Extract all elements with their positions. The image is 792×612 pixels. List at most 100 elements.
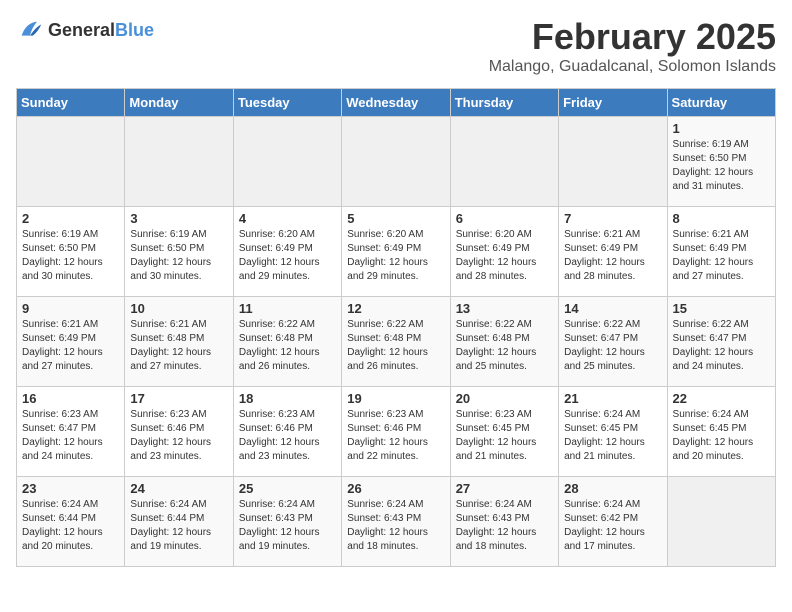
calendar-cell: 25 Sunrise: 6:24 AM Sunset: 6:43 PM Dayli… [233,477,341,567]
header-sunday: Sunday [17,89,125,117]
calendar-cell: 11 Sunrise: 6:22 AM Sunset: 6:48 PM Dayli… [233,297,341,387]
calendar-cell: 17 Sunrise: 6:23 AM Sunset: 6:46 PM Dayli… [125,387,233,477]
day-info: Sunrise: 6:22 AM Sunset: 6:47 PM Dayligh… [673,318,770,374]
calendar-cell: 22 Sunrise: 6:24 AM Sunset: 6:45 PM Dayli… [667,387,775,477]
day-number: 16 [22,391,119,406]
day-info: Sunrise: 6:24 AM Sunset: 6:44 PM Dayligh… [130,498,227,554]
calendar-cell: 20 Sunrise: 6:23 AM Sunset: 6:45 PM Dayli… [450,387,558,477]
header-thursday: Thursday [450,89,558,117]
day-number: 26 [347,481,444,496]
calendar-cell: 12 Sunrise: 6:22 AM Sunset: 6:48 PM Dayli… [342,297,450,387]
day-number: 7 [564,211,661,226]
day-info: Sunrise: 6:23 AM Sunset: 6:45 PM Dayligh… [456,408,553,464]
day-info: Sunrise: 6:22 AM Sunset: 6:48 PM Dayligh… [456,318,553,374]
day-number: 14 [564,301,661,316]
calendar-cell: 19 Sunrise: 6:23 AM Sunset: 6:46 PM Dayli… [342,387,450,477]
day-number: 2 [22,211,119,226]
day-info: Sunrise: 6:24 AM Sunset: 6:45 PM Dayligh… [673,408,770,464]
day-info: Sunrise: 6:23 AM Sunset: 6:46 PM Dayligh… [347,408,444,464]
day-number: 1 [673,121,770,136]
day-info: Sunrise: 6:24 AM Sunset: 6:44 PM Dayligh… [22,498,119,554]
subtitle: Malango, Guadalcanal, Solomon Islands [489,58,776,76]
day-info: Sunrise: 6:24 AM Sunset: 6:43 PM Dayligh… [347,498,444,554]
day-number: 5 [347,211,444,226]
day-info: Sunrise: 6:19 AM Sunset: 6:50 PM Dayligh… [130,228,227,284]
day-info: Sunrise: 6:24 AM Sunset: 6:43 PM Dayligh… [239,498,336,554]
day-number: 21 [564,391,661,406]
day-number: 15 [673,301,770,316]
day-info: Sunrise: 6:21 AM Sunset: 6:48 PM Dayligh… [130,318,227,374]
day-number: 25 [239,481,336,496]
calendar-cell: 27 Sunrise: 6:24 AM Sunset: 6:43 PM Dayli… [450,477,558,567]
day-number: 28 [564,481,661,496]
day-info: Sunrise: 6:23 AM Sunset: 6:46 PM Dayligh… [130,408,227,464]
header: GeneralBlue February 2025 Malango, Guada… [16,16,776,76]
day-number: 9 [22,301,119,316]
calendar-cell: 21Sunrise: 6:24 AM Sunset: 6:45 PM Dayli… [559,387,667,477]
day-number: 11 [239,301,336,316]
day-info: Sunrise: 6:20 AM Sunset: 6:49 PM Dayligh… [347,228,444,284]
calendar-cell: 9 Sunrise: 6:21 AM Sunset: 6:49 PM Daylig… [17,297,125,387]
day-info: Sunrise: 6:21 AM Sunset: 6:49 PM Dayligh… [22,318,119,374]
day-number: 23 [22,481,119,496]
calendar-cell [17,117,125,207]
calendar-cell: 14 Sunrise: 6:22 AM Sunset: 6:47 PM Dayli… [559,297,667,387]
calendar-cell [125,117,233,207]
logo: GeneralBlue [16,16,154,44]
calendar-header-row: SundayMondayTuesdayWednesdayThursdayFrid… [17,89,776,117]
header-friday: Friday [559,89,667,117]
day-number: 4 [239,211,336,226]
day-info: Sunrise: 6:23 AM Sunset: 6:46 PM Dayligh… [239,408,336,464]
calendar-cell: 4 Sunrise: 6:20 AM Sunset: 6:49 PM Daylig… [233,207,341,297]
header-monday: Monday [125,89,233,117]
calendar-cell: 15 Sunrise: 6:22 AM Sunset: 6:47 PM Dayli… [667,297,775,387]
day-info: Sunrise: 6:22 AM Sunset: 6:48 PM Dayligh… [239,318,336,374]
day-number: 20 [456,391,553,406]
day-number: 19 [347,391,444,406]
day-info: Sunrise: 6:20 AM Sunset: 6:49 PM Dayligh… [239,228,336,284]
day-info: Sunrise: 6:19 AM Sunset: 6:50 PM Dayligh… [673,138,770,194]
calendar-week-2: 2 Sunrise: 6:19 AM Sunset: 6:50 PM Daylig… [17,207,776,297]
day-info: Sunrise: 6:22 AM Sunset: 6:48 PM Dayligh… [347,318,444,374]
title-area: February 2025 Malango, Guadalcanal, Solo… [489,16,776,76]
calendar-cell: 28Sunrise: 6:24 AM Sunset: 6:42 PM Dayli… [559,477,667,567]
day-number: 17 [130,391,227,406]
calendar-cell [342,117,450,207]
day-number: 3 [130,211,227,226]
calendar-cell: 2 Sunrise: 6:19 AM Sunset: 6:50 PM Daylig… [17,207,125,297]
calendar-week-4: 16Sunrise: 6:23 AM Sunset: 6:47 PM Dayli… [17,387,776,477]
calendar-cell: 7Sunrise: 6:21 AM Sunset: 6:49 PM Daylig… [559,207,667,297]
day-info: Sunrise: 6:19 AM Sunset: 6:50 PM Dayligh… [22,228,119,284]
day-number: 13 [456,301,553,316]
day-number: 22 [673,391,770,406]
calendar-cell: 26 Sunrise: 6:24 AM Sunset: 6:43 PM Dayli… [342,477,450,567]
logo-blue: Blue [115,20,154,40]
day-number: 12 [347,301,444,316]
day-number: 27 [456,481,553,496]
calendar-cell: 8Sunrise: 6:21 AM Sunset: 6:49 PM Daylig… [667,207,775,297]
header-wednesday: Wednesday [342,89,450,117]
calendar-cell: 3 Sunrise: 6:19 AM Sunset: 6:50 PM Daylig… [125,207,233,297]
day-info: Sunrise: 6:20 AM Sunset: 6:49 PM Dayligh… [456,228,553,284]
day-info: Sunrise: 6:21 AM Sunset: 6:49 PM Dayligh… [673,228,770,284]
calendar-cell: 13 Sunrise: 6:22 AM Sunset: 6:48 PM Dayli… [450,297,558,387]
calendar-week-3: 9 Sunrise: 6:21 AM Sunset: 6:49 PM Daylig… [17,297,776,387]
day-number: 6 [456,211,553,226]
header-saturday: Saturday [667,89,775,117]
day-number: 24 [130,481,227,496]
calendar-cell [450,117,558,207]
calendar-cell: 16Sunrise: 6:23 AM Sunset: 6:47 PM Dayli… [17,387,125,477]
calendar-cell [559,117,667,207]
calendar-cell: 6 Sunrise: 6:20 AM Sunset: 6:49 PM Daylig… [450,207,558,297]
calendar-week-5: 23 Sunrise: 6:24 AM Sunset: 6:44 PM Dayli… [17,477,776,567]
calendar-cell: 5 Sunrise: 6:20 AM Sunset: 6:49 PM Daylig… [342,207,450,297]
day-info: Sunrise: 6:22 AM Sunset: 6:47 PM Dayligh… [564,318,661,374]
main-title: February 2025 [489,16,776,58]
calendar-table: SundayMondayTuesdayWednesdayThursdayFrid… [16,88,776,567]
day-info: Sunrise: 6:24 AM Sunset: 6:43 PM Dayligh… [456,498,553,554]
calendar-cell [233,117,341,207]
calendar-cell: 1 Sunrise: 6:19 AM Sunset: 6:50 PM Daylig… [667,117,775,207]
day-number: 10 [130,301,227,316]
header-tuesday: Tuesday [233,89,341,117]
calendar-cell: 24 Sunrise: 6:24 AM Sunset: 6:44 PM Dayli… [125,477,233,567]
